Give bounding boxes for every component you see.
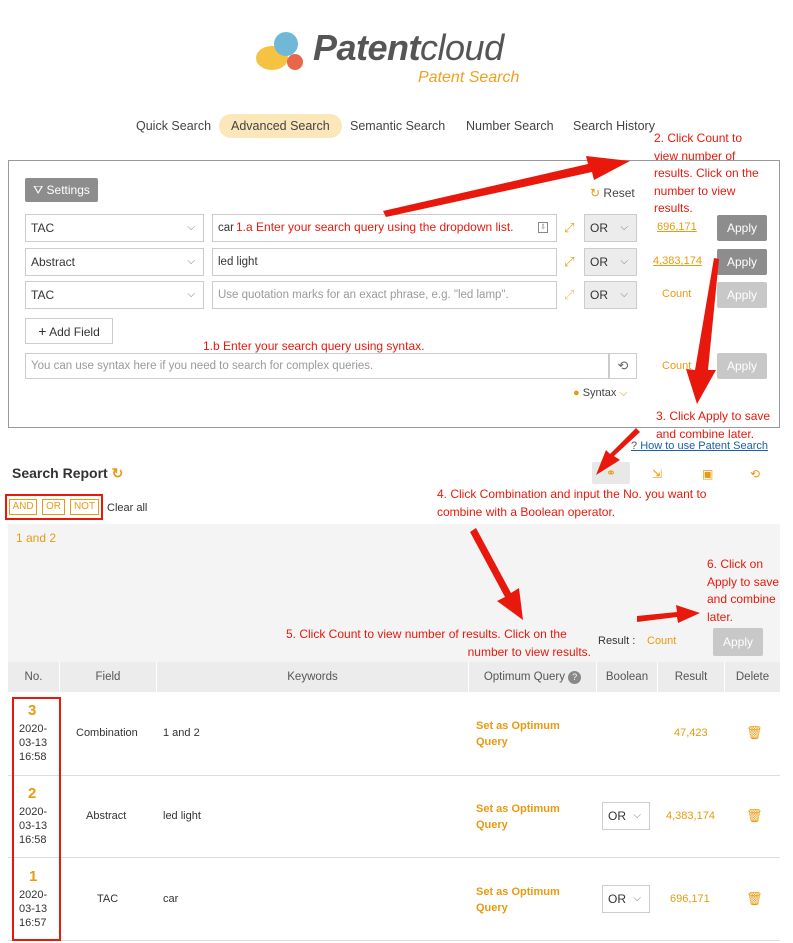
- expand-icon[interactable]: ⤢: [564, 287, 574, 303]
- row-keywords: car: [163, 893, 179, 905]
- tab-semantic-search[interactable]: Semantic Search: [338, 114, 457, 138]
- expand-icon[interactable]: ⤢: [564, 220, 574, 236]
- count-link-2[interactable]: 4,383,174: [653, 255, 702, 267]
- save-icon[interactable]: ▣: [702, 467, 713, 481]
- set-optimum-query-link[interactable]: Set as Optimum Query: [476, 884, 560, 916]
- plus-icon: +: [38, 323, 47, 339]
- settings-button[interactable]: ⛛ Settings: [25, 178, 98, 202]
- annotation-2: 2. Click Count to view number of results. …: [654, 131, 759, 215]
- query-input-2[interactable]: led light: [212, 248, 557, 276]
- chevron-down-icon: ⌵: [620, 289, 628, 300]
- brand-subtitle: Patent Search: [418, 69, 520, 86]
- col-no: No.: [8, 662, 59, 692]
- row-field: Combination: [76, 727, 138, 739]
- apply-button-1[interactable]: Apply: [717, 215, 767, 241]
- row-result-link[interactable]: 47,423: [674, 727, 708, 739]
- chevron-down-icon: ⌵: [620, 222, 628, 233]
- reset-button[interactable]: ↻ Reset: [590, 186, 635, 200]
- history-icon[interactable]: ⟲: [750, 467, 760, 481]
- history-icon[interactable]: ⟲: [609, 353, 637, 379]
- operator-select-1[interactable]: OR ⌵: [584, 214, 637, 242]
- annotation-1a: 1.a Enter your search query using the dr…: [236, 220, 514, 234]
- dropdown-list-icon[interactable]: ⇩: [538, 222, 548, 233]
- row-keywords: led light: [163, 810, 201, 822]
- col-delete: Delete: [725, 662, 780, 692]
- row-divider: [8, 857, 780, 858]
- search-report-title: Search Report ↻: [12, 465, 124, 481]
- combination-icon[interactable]: ⚭: [592, 462, 630, 484]
- chevron-down-icon: ⌵: [633, 893, 641, 904]
- expand-icon[interactable]: ⤢: [564, 254, 574, 270]
- row-divider: [8, 775, 780, 776]
- operator-select-3[interactable]: OR ⌵: [584, 281, 637, 309]
- col-optimum-query: Optimum Query ?: [469, 662, 596, 692]
- chevron-down-icon: ⌵: [187, 222, 195, 233]
- tab-quick-search[interactable]: Quick Search: [124, 114, 223, 138]
- apply-button-2[interactable]: Apply: [717, 249, 767, 275]
- not-button[interactable]: NOT: [70, 499, 99, 515]
- row-field: TAC: [97, 893, 119, 905]
- col-result: Result: [658, 662, 724, 692]
- field-select-3[interactable]: TAC ⌵: [25, 281, 204, 309]
- chevron-down-icon: ⌵: [187, 289, 195, 300]
- clear-all-link[interactable]: Clear all: [107, 502, 147, 514]
- combination-apply-button[interactable]: Apply: [713, 628, 763, 656]
- trash-icon[interactable]: 🗑: [746, 891, 763, 907]
- lightbulb-icon: ●: [573, 387, 580, 399]
- operator-select-2[interactable]: OR ⌵: [584, 248, 637, 276]
- annotation-highlight-box: [12, 697, 61, 941]
- annotation-5: 5. Click Count to view number of results…: [286, 627, 591, 659]
- chevron-down-icon: ⌵: [620, 256, 628, 267]
- tab-advanced-search[interactable]: Advanced Search: [219, 114, 342, 138]
- brand-name: Patentcloud: [313, 27, 504, 68]
- filter-icon: ⛛: [33, 183, 44, 197]
- set-optimum-query-link[interactable]: Set as Optimum Query: [476, 718, 560, 750]
- chevron-down-icon: ⌵: [187, 256, 195, 267]
- or-button[interactable]: OR: [42, 499, 65, 515]
- annotation-6: 6. Click on Apply to save and combine later…: [707, 557, 780, 624]
- query-input-3[interactable]: Use quotation marks for an exact phrase,…: [212, 281, 557, 309]
- patentcloud-logo-icon: [256, 32, 303, 70]
- result-label: Result :: [598, 635, 636, 647]
- count-link-1[interactable]: 696,171: [657, 221, 697, 233]
- set-optimum-query-link[interactable]: Set as Optimum Query: [476, 801, 560, 833]
- syntax-toggle[interactable]: ● Syntax ⌵: [573, 387, 628, 400]
- trash-icon[interactable]: 🗑: [746, 808, 763, 824]
- refresh-icon[interactable]: ↻: [112, 465, 124, 481]
- syntax-query-textarea[interactable]: You can use syntax here if you need to s…: [25, 353, 609, 379]
- and-button[interactable]: AND: [9, 499, 37, 515]
- export-icon[interactable]: ⇲: [652, 467, 662, 481]
- combination-count-link[interactable]: Count: [647, 635, 676, 647]
- col-keywords: Keywords: [157, 662, 468, 692]
- chevron-down-icon: ⌵: [619, 387, 628, 399]
- row-divider: [8, 940, 780, 941]
- tab-search-history[interactable]: Search History: [561, 114, 667, 138]
- annotation-4: 4. Click Combination and input the No. y…: [437, 487, 707, 519]
- row-field: Abstract: [86, 810, 127, 822]
- annotation-1b: 1.b Enter your search query using syntax…: [203, 339, 425, 353]
- boolean-select[interactable]: OR ⌵: [602, 802, 650, 830]
- tab-number-search[interactable]: Number Search: [454, 114, 566, 138]
- annotation-3: 3. Click Apply to save and combine later.: [656, 409, 771, 441]
- field-select-1[interactable]: TAC ⌵: [25, 214, 204, 242]
- chevron-down-icon: ⌵: [633, 810, 641, 821]
- refresh-icon: ↻: [590, 186, 601, 200]
- col-field: Field: [60, 662, 156, 692]
- apply-button-3[interactable]: Apply: [717, 282, 767, 308]
- trash-icon[interactable]: 🗑: [746, 725, 763, 741]
- col-boolean: Boolean: [597, 662, 657, 692]
- count-link-3[interactable]: Count: [662, 288, 691, 300]
- help-icon[interactable]: ?: [568, 671, 582, 684]
- syntax-count-link[interactable]: Count: [662, 360, 691, 372]
- row-result-link[interactable]: 4,383,174: [666, 810, 715, 822]
- field-select-2[interactable]: Abstract ⌵: [25, 248, 204, 276]
- boolean-select[interactable]: OR ⌵: [602, 885, 650, 913]
- row-keywords: 1 and 2: [163, 727, 200, 739]
- add-field-button[interactable]: + Add Field: [25, 318, 113, 344]
- syntax-apply-button[interactable]: Apply: [717, 353, 767, 379]
- question-icon: ?: [631, 440, 638, 452]
- combination-text: 1 and 2: [16, 531, 57, 545]
- row-result-link[interactable]: 696,171: [670, 893, 710, 905]
